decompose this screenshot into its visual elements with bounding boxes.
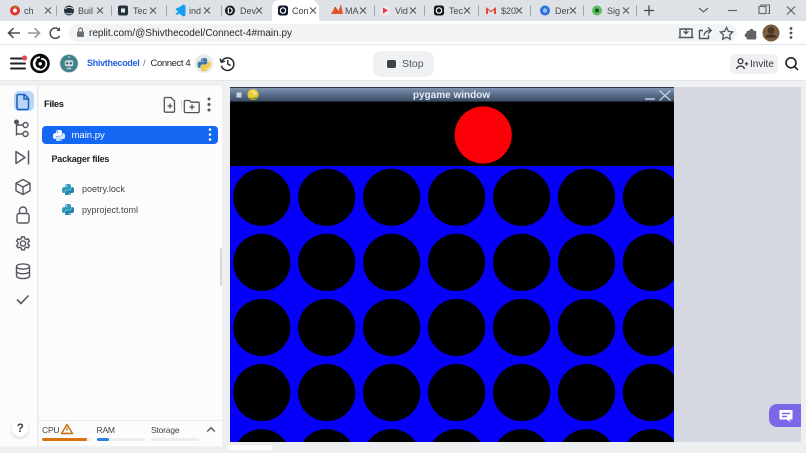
svg-text:Der: Der — [555, 6, 570, 16]
svg-text:D: D — [227, 7, 233, 16]
svg-text:Sig: Sig — [607, 6, 620, 16]
svg-text:$20: $20 — [501, 6, 516, 16]
svg-text:MA: MA — [345, 6, 359, 16]
svg-text:ind: ind — [189, 6, 201, 16]
svg-text:Con: Con — [292, 6, 309, 16]
svg-text:ch: ch — [24, 6, 34, 16]
svg-text:Buil: Buil — [78, 6, 93, 16]
svg-text:Tec: Tec — [449, 6, 464, 16]
svg-text:Dev: Dev — [240, 6, 257, 16]
svg-text:Vid: Vid — [395, 6, 408, 16]
svg-text:Tec: Tec — [133, 6, 148, 16]
